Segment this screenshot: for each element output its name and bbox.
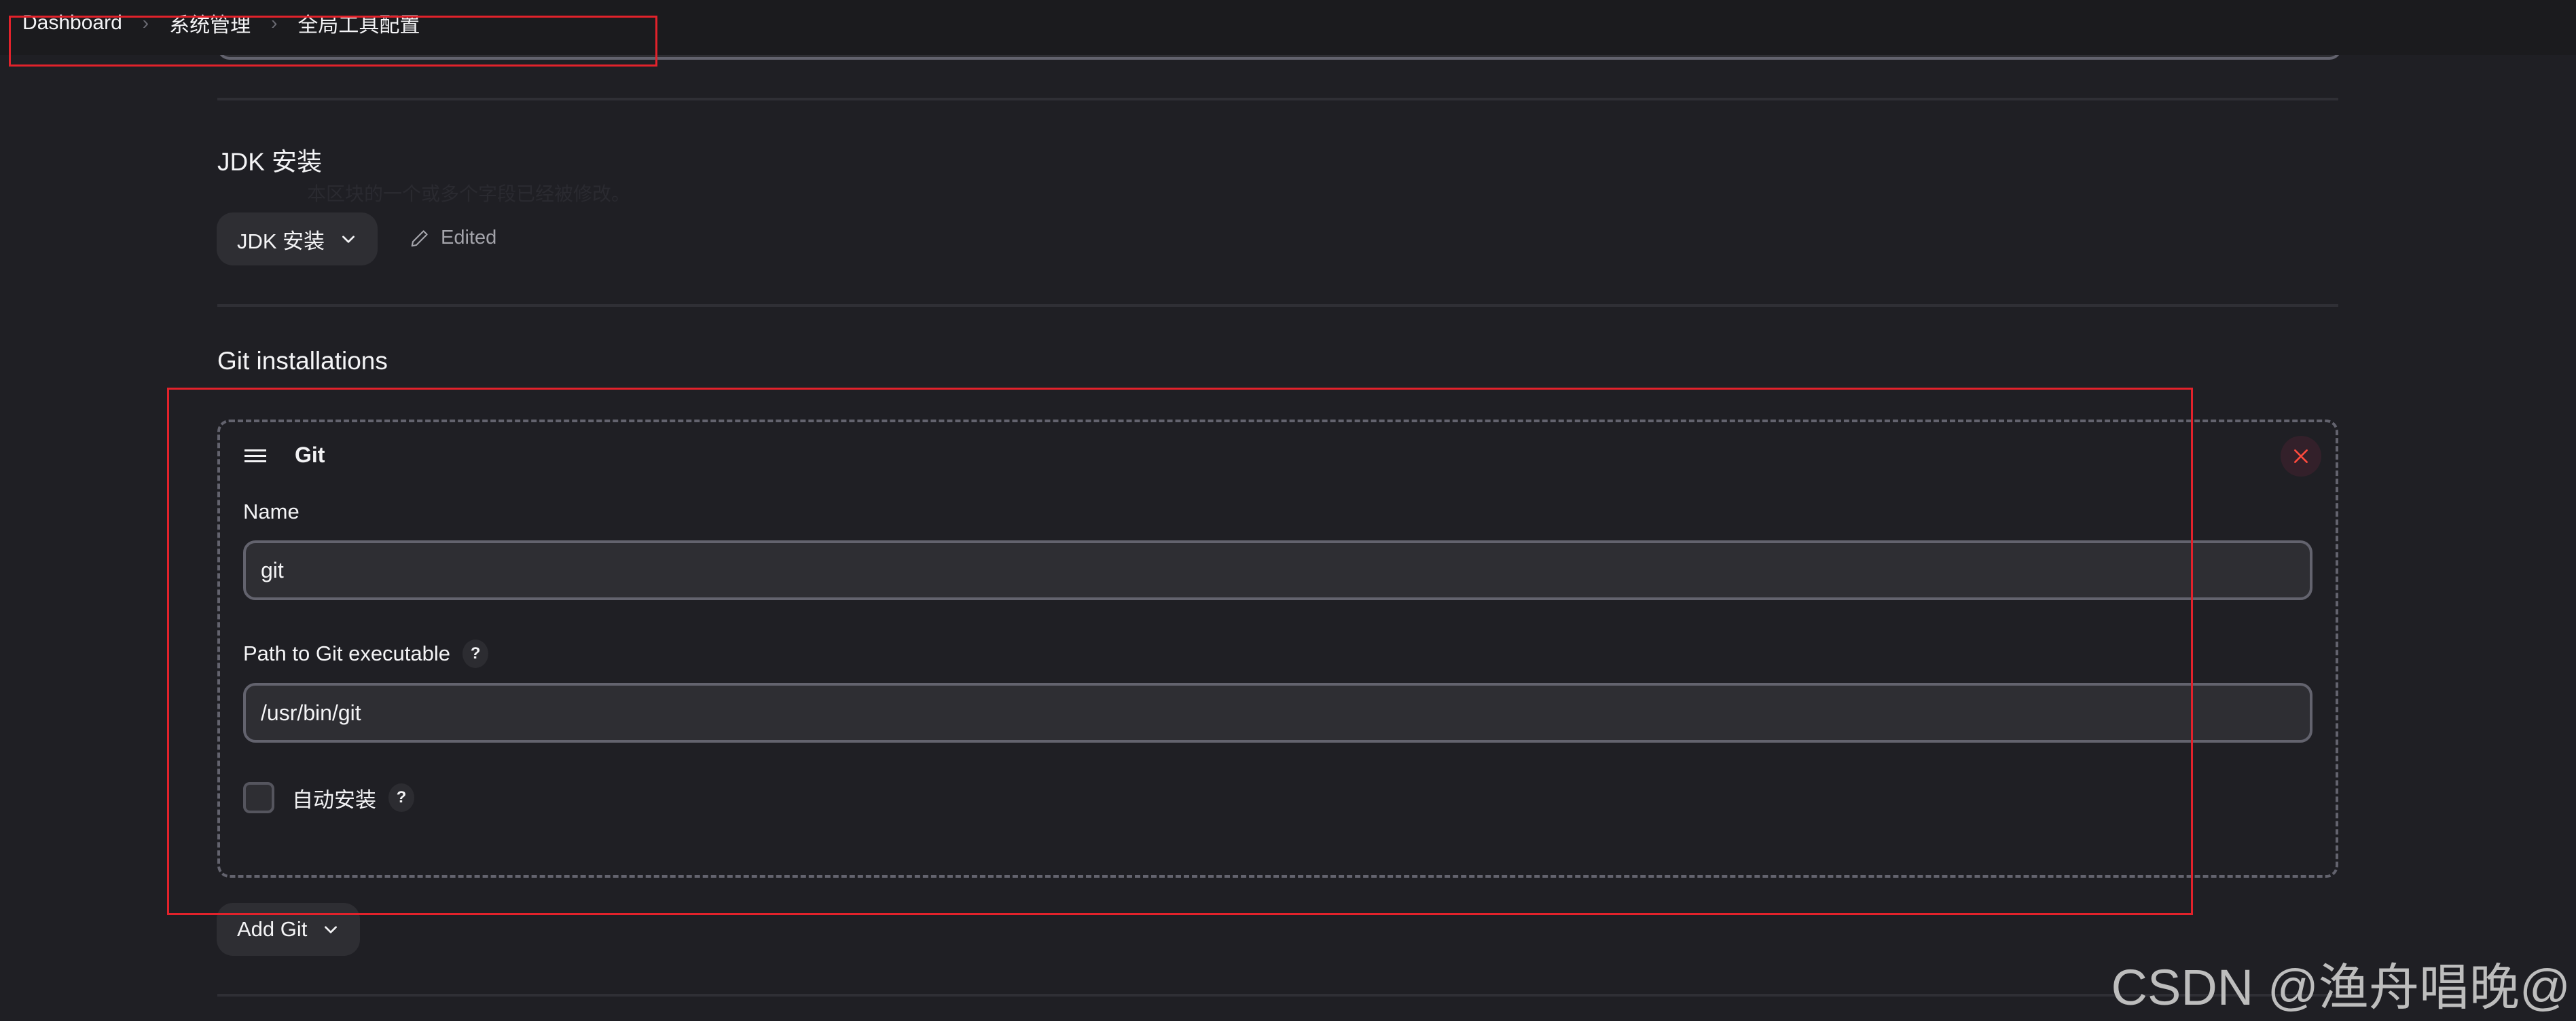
git-path-input[interactable] — [243, 683, 2312, 743]
chevron-down-icon — [342, 236, 355, 243]
breadcrumb-system-management[interactable]: 系统管理 — [169, 8, 251, 38]
add-git-button[interactable]: Add Git — [217, 903, 361, 956]
chevron-right-icon: › — [142, 12, 149, 33]
hamburger-drag-icon[interactable] — [243, 447, 268, 464]
auto-install-help-icon[interactable]: ? — [388, 783, 414, 812]
auto-install-label[interactable]: 自动安装 — [292, 783, 376, 813]
name-label: Name — [243, 500, 300, 523]
chevron-down-icon — [325, 926, 338, 933]
path-help-icon[interactable]: ? — [462, 639, 489, 668]
git-name-input[interactable] — [243, 540, 2312, 600]
edited-indicator: Edited — [410, 227, 496, 249]
jdk-section-title: JDK 安装 — [217, 148, 323, 176]
add-git-label: Add Git — [237, 917, 308, 941]
git-section-title: Git installations — [217, 347, 388, 375]
edited-tooltip: 本区块的一个或多个字段已经被修改。 — [307, 183, 631, 204]
top-bar: Dashboard › 系统管理 › 全局工具配置 — [0, 0, 2576, 55]
delete-git-installation-button[interactable] — [2281, 436, 2321, 477]
path-label-row: Path to Git executable ? — [243, 639, 489, 668]
git-installation-card — [217, 420, 2338, 878]
breadcrumb-global-tool-config[interactable]: 全局工具配置 — [297, 8, 420, 38]
breadcrumb: Dashboard › 系统管理 › 全局工具配置 — [22, 8, 420, 38]
section-divider — [217, 98, 2338, 100]
jdk-install-dropdown-button[interactable]: JDK 安装 — [217, 212, 378, 265]
git-card-header: Git — [243, 443, 325, 468]
section-divider — [217, 304, 2338, 307]
path-label: Path to Git executable — [243, 642, 451, 665]
pencil-icon — [411, 229, 428, 246]
chevron-right-icon: › — [271, 12, 278, 33]
auto-install-row: 自动安装 ? — [292, 782, 414, 813]
breadcrumb-dashboard[interactable]: Dashboard — [22, 12, 122, 35]
edited-label: Edited — [441, 227, 497, 248]
section-divider — [217, 994, 2338, 997]
watermark: CSDN @渔舟唱晚@ — [2111, 959, 2571, 1016]
jdk-install-button-label: JDK 安装 — [237, 229, 325, 253]
auto-install-checkbox[interactable] — [243, 782, 274, 813]
close-icon — [2294, 449, 2308, 463]
git-card-title: Git — [295, 443, 325, 467]
